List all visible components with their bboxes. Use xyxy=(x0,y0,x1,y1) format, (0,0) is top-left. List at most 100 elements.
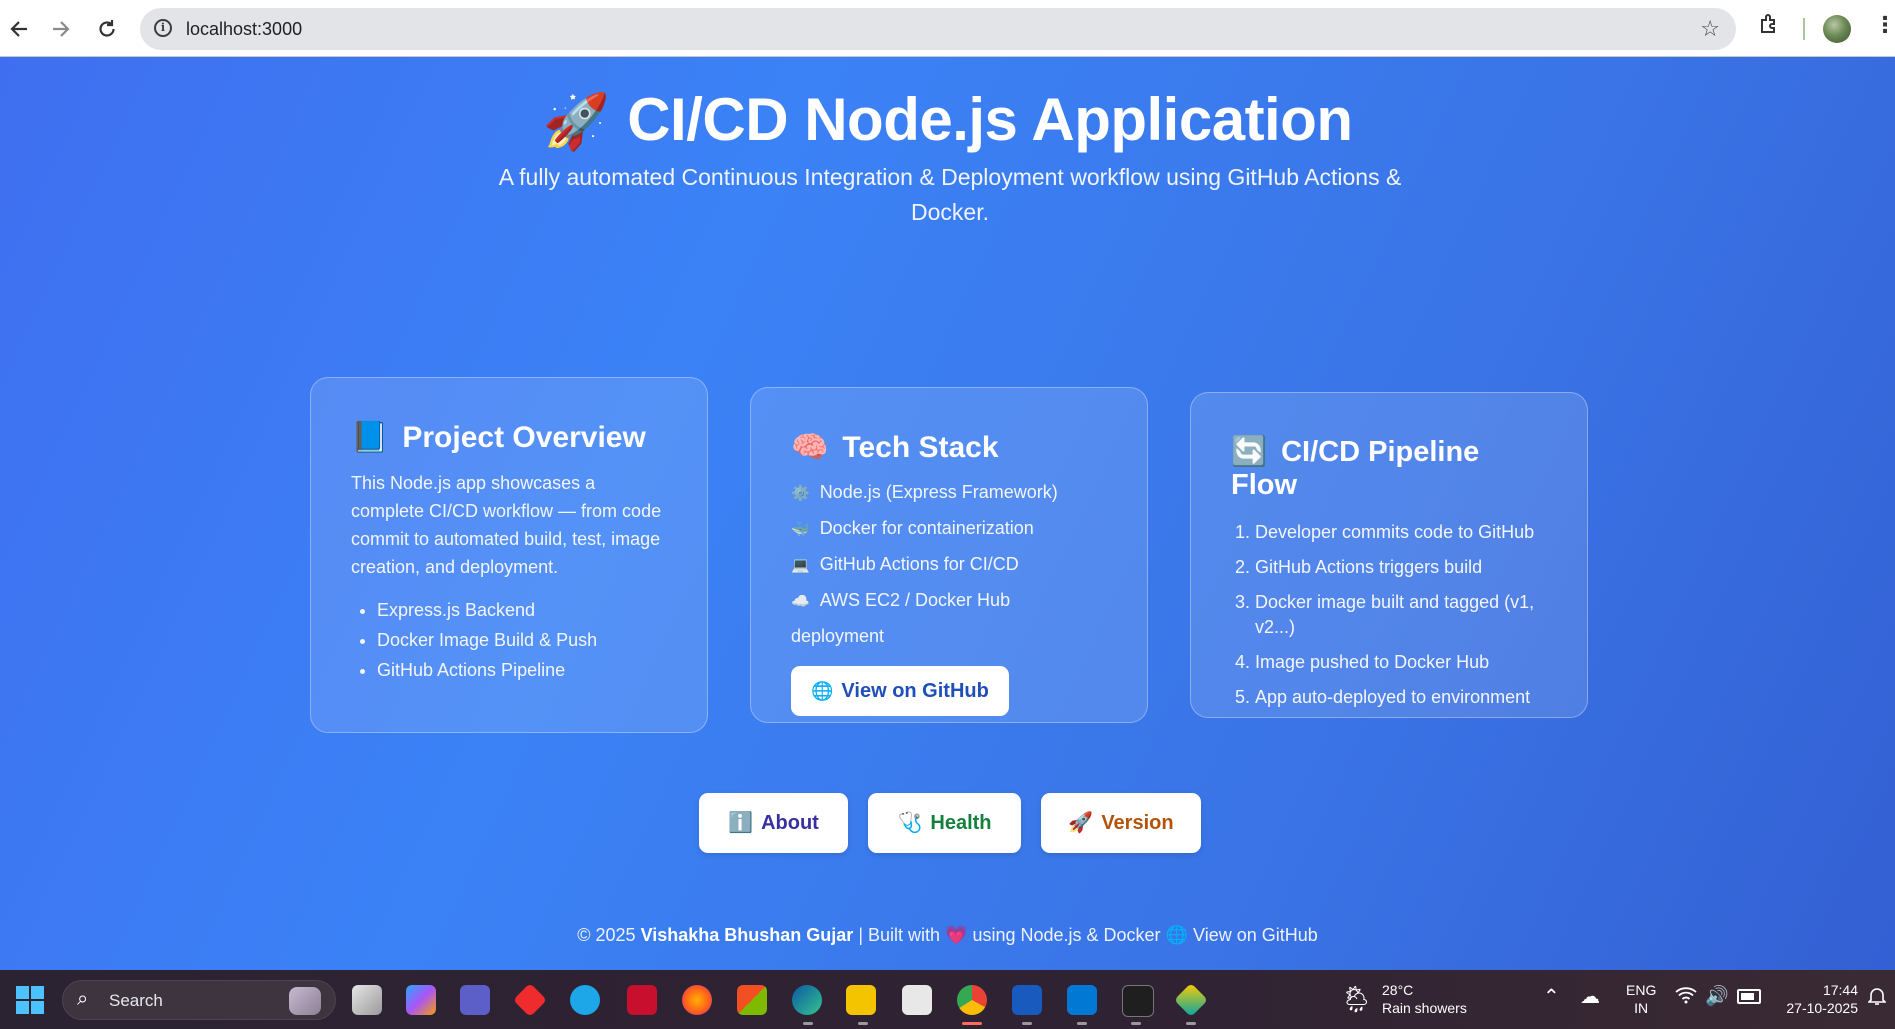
weather-icon[interactable]: 🌦 xyxy=(1340,984,1373,1015)
stack-list: ⚙️ Node.js (Express Framework) 🐳 Docker fo… xyxy=(791,475,1107,654)
about-button[interactable]: ℹ️ About xyxy=(699,793,848,853)
globe-icon: 🌐 xyxy=(1165,925,1188,945)
bookmark-star-icon[interactable]: ☆ xyxy=(1700,16,1720,42)
card-title: 📘 Project Overview xyxy=(351,420,667,455)
url-text[interactable]: localhost:3000 xyxy=(186,19,302,40)
clock[interactable]: 17:44 27-10-2025 xyxy=(1778,981,1858,1017)
forward-arrow-icon[interactable] xyxy=(44,12,78,46)
card-title-text: Project Overview xyxy=(402,421,646,454)
language-indicator[interactable]: ENG IN xyxy=(1626,981,1656,1017)
view-on-github-button[interactable]: 🌐 View on GitHub xyxy=(791,666,1009,716)
menu-dots-icon[interactable]: ⋮ xyxy=(1874,12,1895,38)
book-icon: 📘 xyxy=(351,421,389,454)
built-with-text: | Built with xyxy=(858,925,941,945)
taskbar-search[interactable]: ⌕ Search xyxy=(62,980,336,1020)
vscode-icon[interactable] xyxy=(1067,985,1097,1015)
weather-widget[interactable]: 28°C Rain showers xyxy=(1382,981,1467,1017)
list-item: GitHub Actions Pipeline xyxy=(377,655,667,685)
notification-bell-icon[interactable] xyxy=(1867,986,1887,1011)
help-icon[interactable] xyxy=(570,985,600,1015)
pipeline-steps: Developer commits code to GitHub GitHub … xyxy=(1231,520,1547,710)
list-item: Docker Image Build & Push xyxy=(377,625,667,655)
button-label: About xyxy=(761,812,819,834)
footer-github-link[interactable]: View on GitHub xyxy=(1193,925,1318,945)
teams-icon[interactable] xyxy=(460,985,490,1015)
app-diamond-icon[interactable] xyxy=(513,983,547,1017)
button-label: Version xyxy=(1101,812,1174,834)
volume-icon[interactable]: 🔊 xyxy=(1705,984,1729,1008)
heart-icon: 💗 xyxy=(945,925,968,945)
card-title: 🧠 Tech Stack xyxy=(791,430,1107,465)
brain-icon: 🧠 xyxy=(791,431,829,464)
list-item: ☁️ AWS EC2 / Docker Hub deployment xyxy=(791,583,1107,654)
running-indicator xyxy=(1077,1022,1087,1025)
language-code: ENG xyxy=(1626,982,1657,998)
clock-time: 17:44 xyxy=(1822,982,1858,998)
battery-icon[interactable] xyxy=(1737,989,1761,1004)
stethoscope-icon: 🩺 xyxy=(897,812,923,834)
card-title-text: Tech Stack xyxy=(842,431,999,464)
wifi-icon[interactable] xyxy=(1675,986,1697,1009)
list-item-text: Node.js (Express Framework) xyxy=(819,482,1058,502)
firefox-icon[interactable] xyxy=(682,985,712,1015)
task-view-icon[interactable] xyxy=(352,985,382,1015)
active-indicator xyxy=(962,1022,982,1025)
list-item: 💻 GitHub Actions for CI/CD xyxy=(791,547,1107,583)
profile-avatar[interactable] xyxy=(1823,15,1851,43)
button-label: Health xyxy=(930,812,992,834)
info-icon: ℹ️ xyxy=(728,812,754,834)
extensions-icon[interactable] xyxy=(1758,12,1782,42)
rocket-icon: 🚀 xyxy=(1068,812,1094,834)
windows-start-icon[interactable] xyxy=(16,986,44,1014)
snipping-tool-icon[interactable] xyxy=(902,985,932,1015)
edge-icon[interactable] xyxy=(792,985,822,1015)
search-highlight-icon xyxy=(289,987,321,1015)
weather-condition: Rain showers xyxy=(1382,1000,1467,1016)
tech-stack-card: 🧠 Tech Stack ⚙️ Node.js (Express Framework… xyxy=(750,387,1148,723)
pipeline-step: GitHub Actions triggers build xyxy=(1255,555,1547,580)
running-indicator xyxy=(858,1022,868,1025)
health-button[interactable]: 🩺 Health xyxy=(868,793,1021,853)
title-text: CI/CD Node.js Application xyxy=(627,86,1353,153)
copilot-icon[interactable] xyxy=(406,985,436,1015)
site-info-icon[interactable]: i xyxy=(154,19,172,37)
list-item: ⚙️ Node.js (Express Framework) xyxy=(791,475,1107,511)
store-icon[interactable] xyxy=(737,985,767,1015)
running-indicator xyxy=(1186,1022,1196,1025)
chevron-up-icon[interactable]: ⌃ xyxy=(1543,984,1560,1009)
whale-icon: 🐳 xyxy=(791,521,810,538)
chrome-icon[interactable] xyxy=(957,985,987,1015)
region-code: IN xyxy=(1634,1000,1649,1016)
list-item: 🐳 Docker for containerization xyxy=(791,511,1107,547)
page-footer: © 2025 Vishakha Bhushan Gujar | Built wi… xyxy=(0,925,1895,946)
laptop-icon: 💻 xyxy=(791,557,810,574)
gear-icon: ⚙️ xyxy=(791,485,810,502)
windows-taskbar: ⌕ Search 🌦 28°C Rain showers ⌃ ☁ ENG IN … xyxy=(0,970,1895,1029)
list-item-text: AWS EC2 / Docker Hub deployment xyxy=(791,590,1011,646)
list-item-text: GitHub Actions for CI/CD xyxy=(819,554,1019,574)
globe-icon: 🌐 xyxy=(811,681,834,701)
terminal-icon[interactable] xyxy=(1122,985,1154,1017)
word-icon[interactable] xyxy=(1012,985,1042,1015)
app-page: 🚀 CI/CD Node.js Application A fully autom… xyxy=(0,57,1895,970)
pipeline-step: App auto-deployed to environment xyxy=(1255,685,1547,710)
search-icon: ⌕ xyxy=(77,988,89,1010)
project-overview-card: 📘 Project Overview This Node.js app showc… xyxy=(310,377,708,733)
running-indicator xyxy=(1022,1022,1032,1025)
page-title: 🚀 CI/CD Node.js Application xyxy=(0,85,1895,154)
overview-list: Express.js Backend Docker Image Build & … xyxy=(351,595,667,685)
reload-icon[interactable] xyxy=(90,12,124,46)
running-indicator xyxy=(1131,1022,1141,1025)
file-explorer-icon[interactable] xyxy=(846,985,876,1015)
onedrive-cloud-icon[interactable]: ☁ xyxy=(1580,984,1600,1009)
rocket-icon: 🚀 xyxy=(542,92,610,152)
mcafee-icon[interactable] xyxy=(627,985,657,1015)
back-arrow-icon[interactable] xyxy=(2,12,36,46)
version-button[interactable]: 🚀 Version xyxy=(1041,793,1201,853)
running-indicator xyxy=(803,1022,813,1025)
app-kite-icon[interactable] xyxy=(1174,983,1208,1017)
pipeline-step: Developer commits code to GitHub xyxy=(1255,520,1547,545)
cloud-icon: ☁️ xyxy=(791,593,810,610)
pipeline-step: Docker image built and tagged (v1, v2...… xyxy=(1255,590,1547,640)
address-bar[interactable]: i localhost:3000 ☆ xyxy=(140,8,1736,50)
